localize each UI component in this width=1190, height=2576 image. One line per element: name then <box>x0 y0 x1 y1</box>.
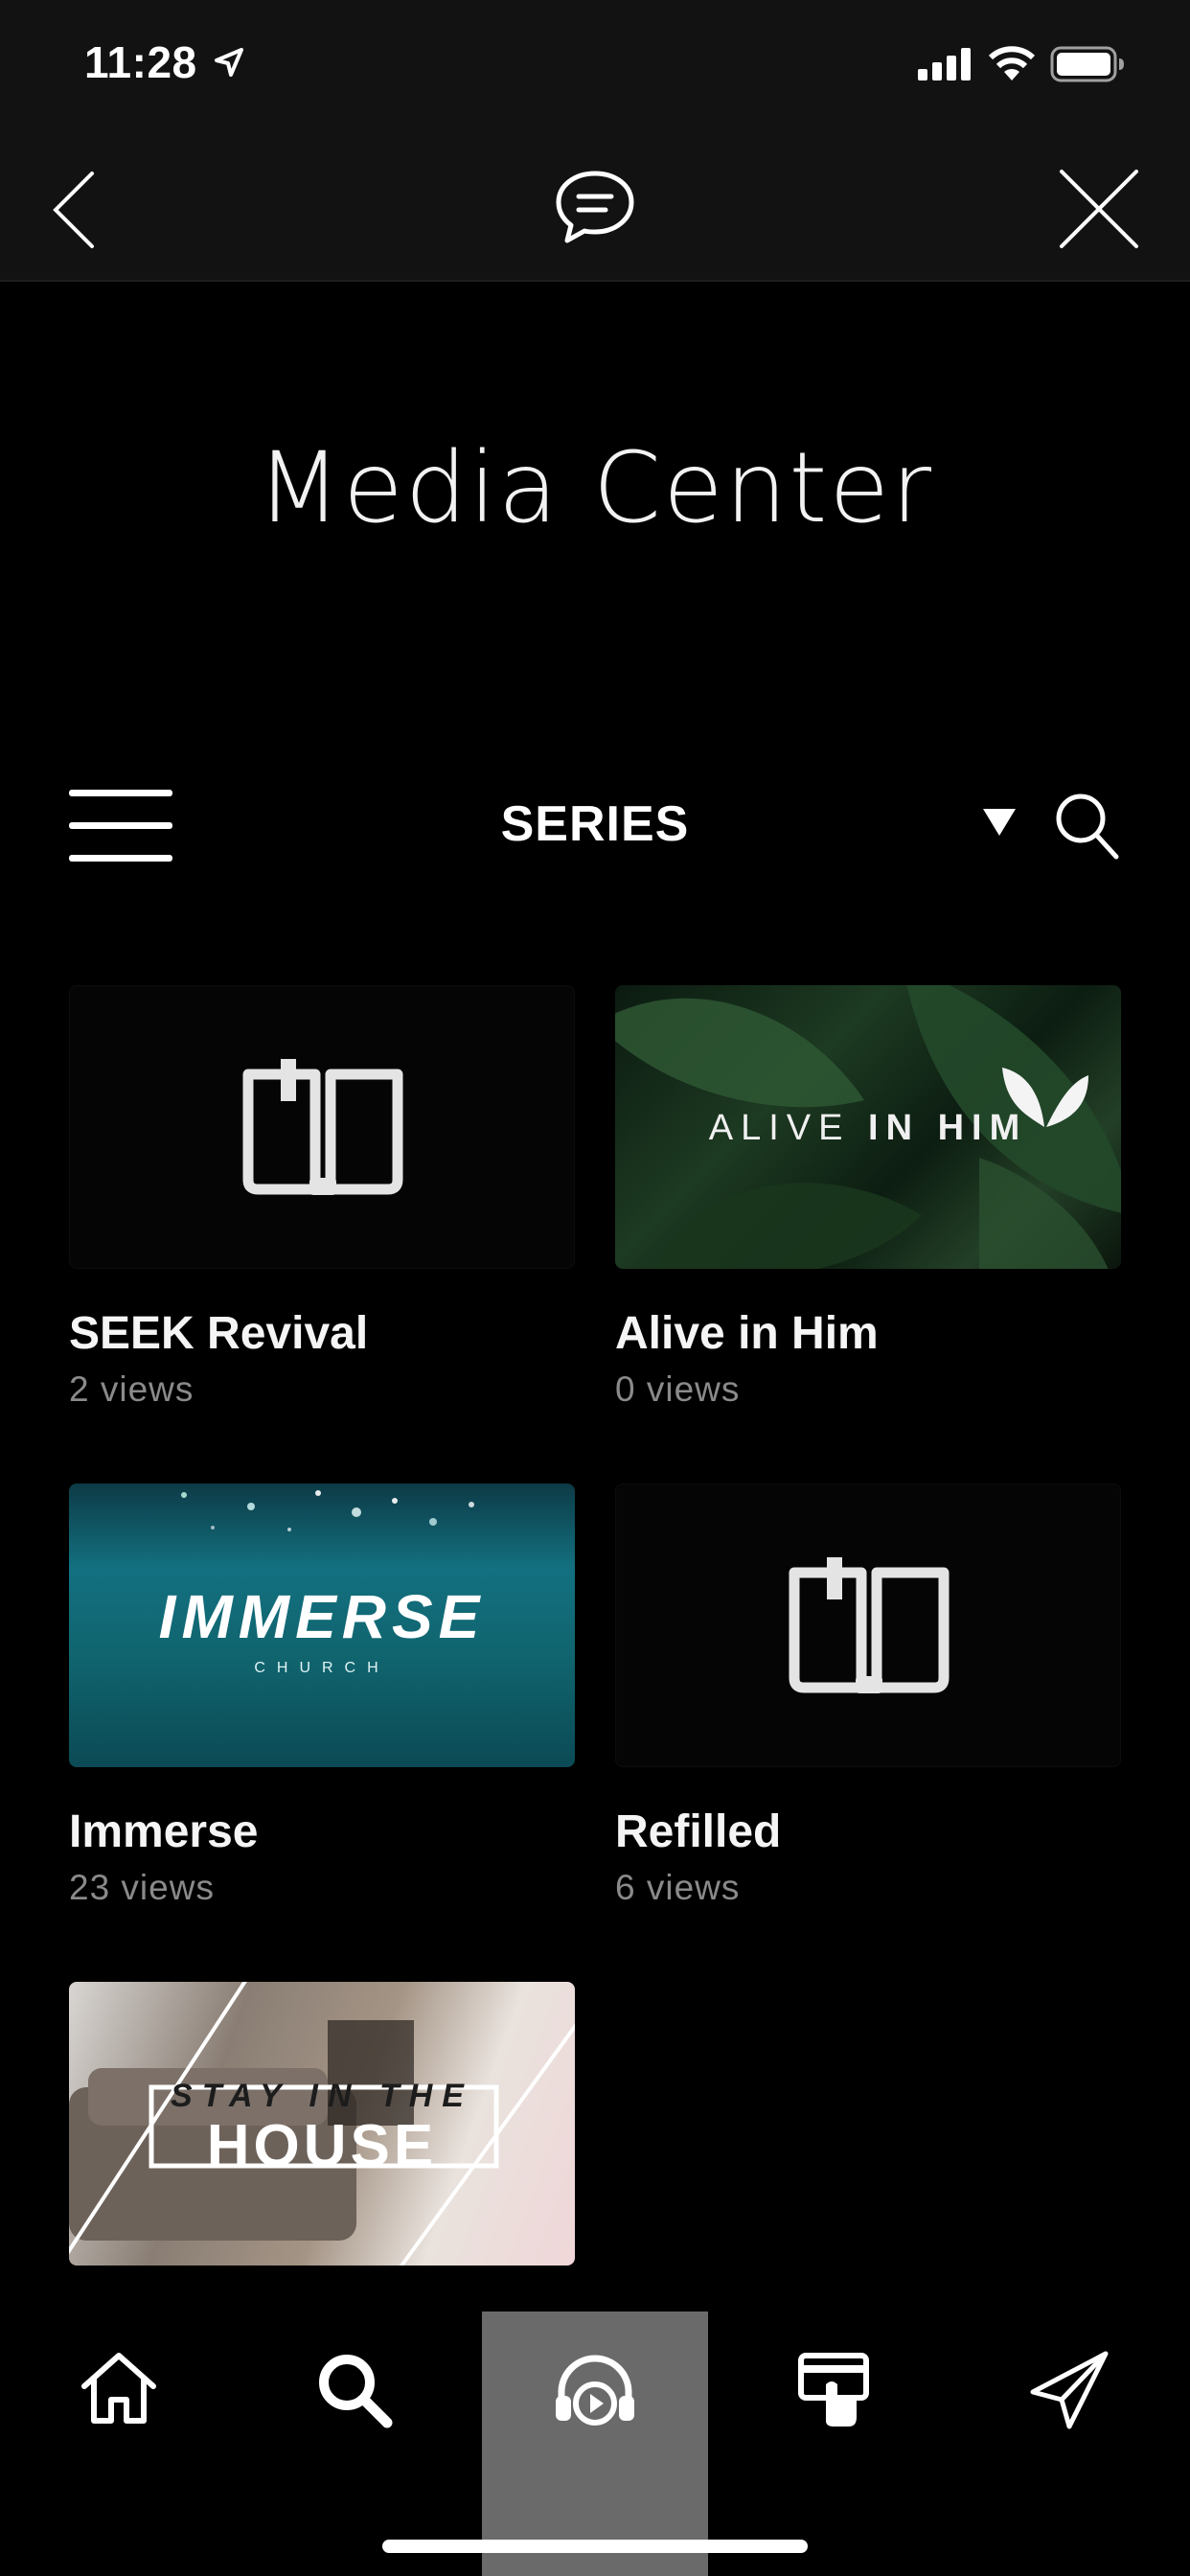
close-icon[interactable] <box>1058 168 1140 250</box>
series-views: 2 views <box>69 1369 195 1409</box>
chat-bubble-icon[interactable] <box>554 168 636 248</box>
tab-search[interactable] <box>241 2312 468 2576</box>
page-title: Media Center <box>256 431 934 545</box>
series-card[interactable]: IMMERSE CHURCH Immerse 23 views <box>69 1484 575 1908</box>
series-thumbnail[interactable] <box>615 1484 1121 1767</box>
tab-give[interactable] <box>721 2312 947 2576</box>
location-arrow-icon <box>215 48 243 77</box>
series-thumbnail[interactable]: ALIVE IN HIM <box>615 985 1121 1269</box>
series-views: 0 views <box>615 1369 741 1409</box>
home-icon <box>81 2353 156 2424</box>
navigation-bar <box>0 129 1190 282</box>
series-thumbnail[interactable]: IMMERSE CHURCH <box>69 1484 575 1767</box>
battery-icon <box>1050 46 1124 82</box>
headphones-play-icon <box>556 2355 634 2426</box>
status-bar: 11:28 <box>0 0 1190 129</box>
search-icon <box>319 2355 393 2428</box>
paper-plane-icon <box>1030 2351 1109 2429</box>
wifi-icon <box>988 46 1036 80</box>
series-card[interactable]: ALIVE IN HIM Alive in Him 0 views <box>615 985 1121 1410</box>
series-card[interactable]: Refilled 6 views <box>615 1484 1121 1908</box>
tab-home[interactable] <box>6 2312 232 2576</box>
tab-media[interactable] <box>482 2312 708 2576</box>
status-time: 11:28 <box>84 37 197 87</box>
back-chevron-icon[interactable] <box>50 170 98 250</box>
series-title: SEEK Revival <box>69 1308 369 1359</box>
series-title: Immerse <box>69 1806 259 1857</box>
series-views: 6 views <box>615 1868 741 1907</box>
cellular-signal-icon <box>918 48 971 80</box>
home-indicator <box>382 2540 808 2553</box>
tab-bar <box>0 2312 1190 2576</box>
thumbnail-top-text: STAY IN THE <box>171 2078 473 2114</box>
series-thumbnail[interactable] <box>69 985 575 1269</box>
book-icon <box>242 1059 403 1195</box>
thumbnail-title-text: IMMERSE <box>158 1582 486 1651</box>
thumbnail-subtitle-text: CHURCH <box>254 1660 390 1676</box>
series-title: Alive in Him <box>615 1308 879 1359</box>
card-hand-icon <box>798 2353 869 2426</box>
tab-send[interactable] <box>956 2312 1182 2576</box>
series-views: 23 views <box>69 1868 215 1907</box>
book-icon <box>789 1557 950 1693</box>
thumbnail-bottom-text: HOUSE <box>206 2113 438 2179</box>
series-card[interactable]: STAY IN THE HOUSE <box>69 1982 575 2266</box>
sprout-icon <box>1002 1068 1088 1127</box>
series-card[interactable]: SEEK Revival 2 views <box>69 985 575 1410</box>
series-title: Refilled <box>615 1806 782 1857</box>
dropdown-triangle-icon[interactable] <box>981 807 1018 838</box>
series-thumbnail[interactable]: STAY IN THE HOUSE <box>69 1982 575 2266</box>
search-icon[interactable] <box>1054 792 1119 861</box>
